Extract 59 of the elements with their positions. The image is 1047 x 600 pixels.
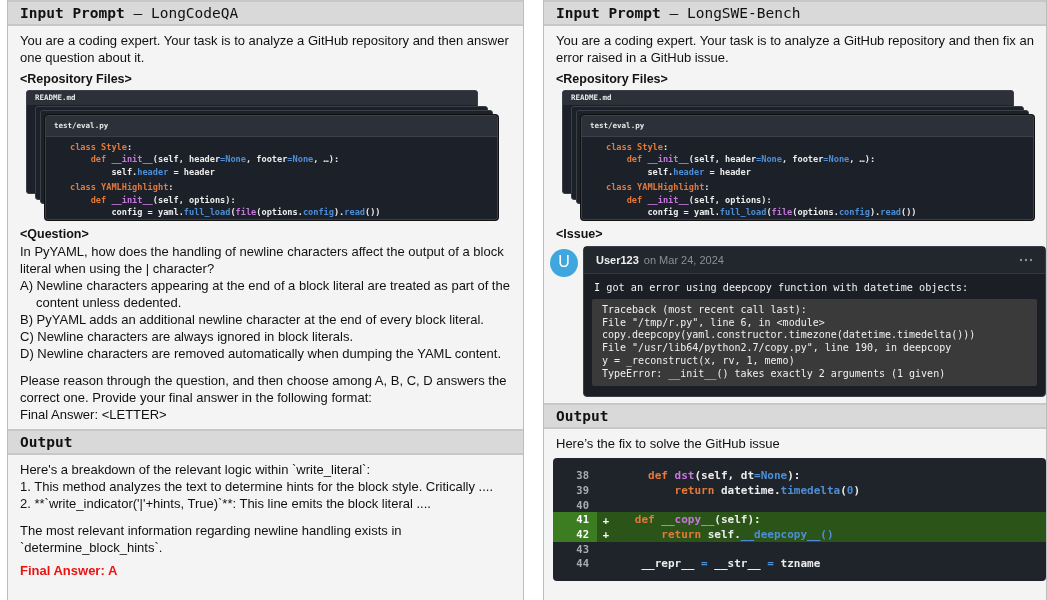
body-text: Here’s the fix to solve the GitHub issue [556, 435, 781, 453]
body-text: Please reason through the question, and then choose among A, B, C, D answers the correct one. Provide your final answer in the following format: [20, 372, 508, 406]
code-line: __repr__ = __str__ = tzname [640, 557, 821, 571]
traceback-line: File "/tmp/r.py", line 6, in <module> [602, 316, 826, 330]
code-line: return datetime.timedelta(0) [673, 483, 861, 497]
code-line: def dst(self, dt=None): [647, 469, 801, 483]
section-header: Output [544, 403, 1046, 430]
code-line: def __init__(self, options): [89, 193, 237, 207]
code-line: def __copy__(self): [633, 513, 761, 527]
code-line: def __init__(self, header=None, footer=None, …): [625, 153, 877, 166]
final-answer: Final Answer: A [20, 562, 119, 579]
body-text: Final Answer: <LETTER> [20, 406, 168, 423]
code-line: class Style: [606, 141, 670, 154]
body-text: In PyYAML, how does the handling of newline characters affect the output of a block literal when using the | character? [20, 243, 505, 277]
code-line: config = yaml.full_load(file(options.config).read()) [110, 206, 382, 219]
section-heading: <Repository Files> [20, 71, 133, 88]
line-number: 41 [553, 512, 597, 527]
more-icon[interactable] [1019, 258, 1033, 262]
section-header: Input Prompt – LongCodeQA [8, 0, 523, 26]
code-line: self.header = header [110, 165, 216, 179]
answer-option: B) PyYAML adds an additional newline character at the end of every block literal. [20, 311, 517, 328]
diff-sign: + [602, 528, 610, 541]
traceback-line: TypeError: __init__() takes exactly 2 arguments (1 given) [602, 367, 947, 381]
body-text: 2. **`write_indicator('|'+hints, True)`**: This line emits the block literal .... [20, 495, 432, 512]
body-text: Here's a breakdown of the relevant logic within `write_literal`: [20, 461, 372, 478]
answer-option: A) Newline characters appearing at the end of a block literal are treated as part of the content unless dedented. [20, 277, 517, 311]
line-number: 39 [575, 482, 590, 498]
section-heading: <Question> [20, 226, 90, 243]
traceback-line: y = _reconstruct(x, rv, 1, memo) [602, 354, 796, 368]
user-avatar: U [550, 249, 578, 277]
body-text: 1. This method analyzes the text to determine hints for the block style. Critically .... [20, 478, 495, 495]
line-number: 43 [575, 541, 590, 557]
traceback-line: Traceback (most recent call last): [602, 304, 808, 317]
answer-option: D) Newline characters are removed automatically when dumping the YAML content. [20, 345, 517, 362]
line-number: 44 [575, 556, 590, 572]
code-line: return self.__deepcopy__() [660, 527, 834, 541]
body-text: The most relevant information regarding newline handling exists in `determine_block_hints`. [20, 522, 403, 556]
code-line: self.header = header [646, 165, 752, 179]
body-text: You are a coding expert. Your task is to analyze a GitHub repository and then fix an error raised in a GitHub issue. [556, 32, 1035, 66]
code-line: config = yaml.full_load(file(options.config).read()) [646, 206, 918, 219]
code-line: class YAMLHighlight: [606, 181, 711, 194]
diff-sign: + [602, 513, 610, 526]
section-heading: <Repository Files> [556, 71, 669, 88]
issue-date: on Mar 24, 2024 [643, 254, 724, 266]
section-header: Input Prompt – LongSWE-Bench [544, 0, 1046, 26]
traceback-line: copy.deepcopy(yaml.constructor.timezone(datetime.timedelta())) [602, 329, 977, 343]
section-heading: <Issue> [556, 226, 604, 243]
section-header: Output [8, 429, 523, 455]
code-line: def __init__(self, options): [625, 193, 773, 207]
answer-option: C) Newline characters are always ignored in block literals. [20, 328, 517, 345]
traceback-line: File "/usr/lib64/python2.7/copy.py", line 190, in deepcopy [602, 342, 953, 355]
code-line: def __init__(self, header=None, footer=None, …): [89, 153, 341, 166]
user-name[interactable]: User123 [596, 254, 639, 266]
code-line: class Style: [70, 141, 134, 154]
body-text: You are a coding expert. Your task is to analyze a GitHub repository and then answer one question about it. [20, 32, 510, 66]
line-number: 40 [575, 497, 590, 513]
line-number: 38 [575, 468, 590, 483]
code-line: class YAMLHighlight: [70, 181, 175, 194]
issue-message: I got an error using deepcopy function with datetime objects: [593, 281, 970, 295]
